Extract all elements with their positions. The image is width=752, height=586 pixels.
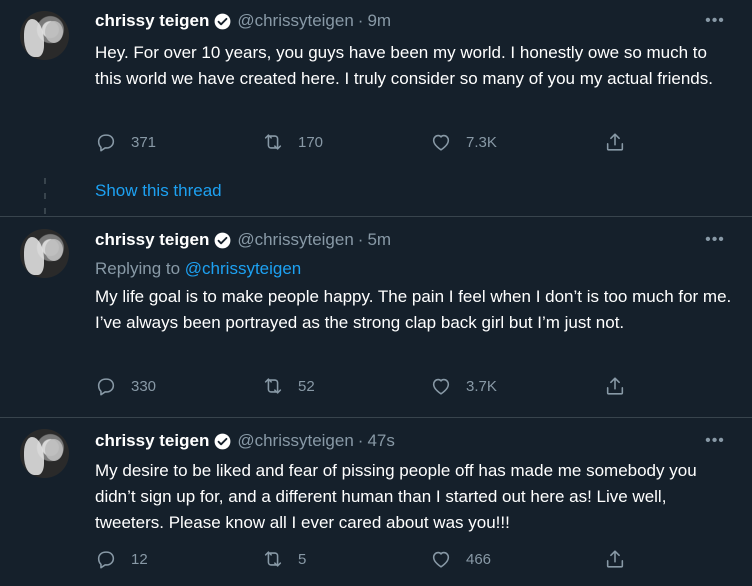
more-icon[interactable]: •••	[705, 432, 725, 452]
timestamp[interactable]: 5m	[367, 230, 391, 250]
tweet-1[interactable]: chrissy teigen @chrissyteigen · 9m ••• H…	[0, 0, 752, 170]
thread-connector	[44, 208, 46, 214]
avatar[interactable]	[20, 229, 69, 278]
separator: ·	[357, 431, 364, 450]
display-name[interactable]: chrissy teigen	[95, 11, 209, 31]
share-icon	[606, 550, 624, 568]
tweet-actions: 371 170 7.3K	[95, 130, 655, 154]
verified-badge-icon	[214, 13, 231, 29]
more-icon[interactable]: •••	[705, 12, 725, 32]
reply-icon	[97, 134, 115, 152]
share-button[interactable]	[604, 547, 640, 571]
tweet-text: My life goal is to make people happy. Th…	[95, 287, 732, 332]
share-icon	[606, 377, 624, 395]
reply-button[interactable]: 330	[95, 374, 156, 398]
like-icon	[432, 378, 450, 395]
tweet-header: chrissy teigen @chrissyteigen · 9m	[95, 11, 391, 31]
tweet-2[interactable]: chrissy teigen @chrissyteigen · 5m ••• R…	[0, 217, 752, 417]
tweet-text: Hey. For over 10 years, you guys have be…	[95, 43, 713, 88]
replying-to: Replying to @chrissyteigen	[95, 259, 301, 279]
handle[interactable]: @chrissyteigen	[237, 11, 353, 31]
share-button[interactable]	[604, 130, 640, 154]
retweet-count: 52	[298, 377, 315, 395]
reply-button[interactable]: 12	[95, 547, 148, 571]
tweet-text: My desire to be liked and fear of pissin…	[95, 461, 697, 532]
more-icon[interactable]: •••	[705, 231, 725, 251]
retweet-icon	[264, 134, 282, 150]
tweet-3[interactable]: chrissy teigen @chrissyteigen · 47s ••• …	[0, 418, 752, 586]
thread-connector	[44, 193, 46, 199]
separator: ·	[357, 230, 364, 249]
reply-icon	[97, 378, 115, 396]
reply-count: 371	[131, 133, 157, 151]
retweet-button[interactable]: 52	[262, 374, 315, 398]
handle[interactable]: @chrissyteigen	[237, 230, 353, 250]
replying-mention[interactable]: @chrissyteigen	[185, 259, 301, 278]
avatar[interactable]	[20, 429, 69, 478]
like-icon	[432, 551, 450, 568]
handle[interactable]: @chrissyteigen	[237, 431, 353, 451]
reply-icon	[97, 551, 115, 569]
like-count: 7.3K	[466, 133, 497, 151]
timestamp[interactable]: 47s	[367, 431, 394, 451]
tweet-actions: 12 5 466	[95, 547, 655, 571]
show-thread-link[interactable]: Show this thread	[95, 181, 222, 201]
display-name[interactable]: chrissy teigen	[95, 431, 209, 451]
verified-badge-icon	[214, 433, 231, 449]
like-button[interactable]: 466	[430, 547, 491, 571]
like-count: 466	[466, 550, 492, 568]
timeline: chrissy teigen @chrissyteigen · 9m ••• H…	[0, 0, 752, 586]
timestamp[interactable]: 9m	[367, 11, 391, 31]
retweet-icon	[264, 551, 282, 567]
like-icon	[432, 134, 450, 151]
tweet-header: chrissy teigen @chrissyteigen · 47s	[95, 431, 395, 451]
like-button[interactable]: 7.3K	[430, 130, 497, 154]
retweet-count: 5	[298, 550, 307, 568]
retweet-count: 170	[298, 133, 324, 151]
thread-connector	[44, 178, 46, 184]
like-count: 3.7K	[466, 377, 497, 395]
display-name[interactable]: chrissy teigen	[95, 230, 209, 250]
tweet-actions: 330 52 3.7K	[95, 374, 655, 398]
share-button[interactable]	[604, 374, 640, 398]
reply-count: 330	[131, 377, 157, 395]
reply-button[interactable]: 371	[95, 130, 156, 154]
share-icon	[606, 133, 624, 151]
replying-label: Replying to	[95, 259, 181, 278]
retweet-button[interactable]: 5	[262, 547, 306, 571]
like-button[interactable]: 3.7K	[430, 374, 497, 398]
avatar[interactable]	[20, 11, 69, 60]
separator: ·	[357, 11, 364, 30]
retweet-icon	[264, 378, 282, 394]
reply-count: 12	[131, 550, 148, 568]
retweet-button[interactable]: 170	[262, 130, 323, 154]
verified-badge-icon	[214, 232, 231, 248]
tweet-header: chrissy teigen @chrissyteigen · 5m	[95, 230, 391, 250]
